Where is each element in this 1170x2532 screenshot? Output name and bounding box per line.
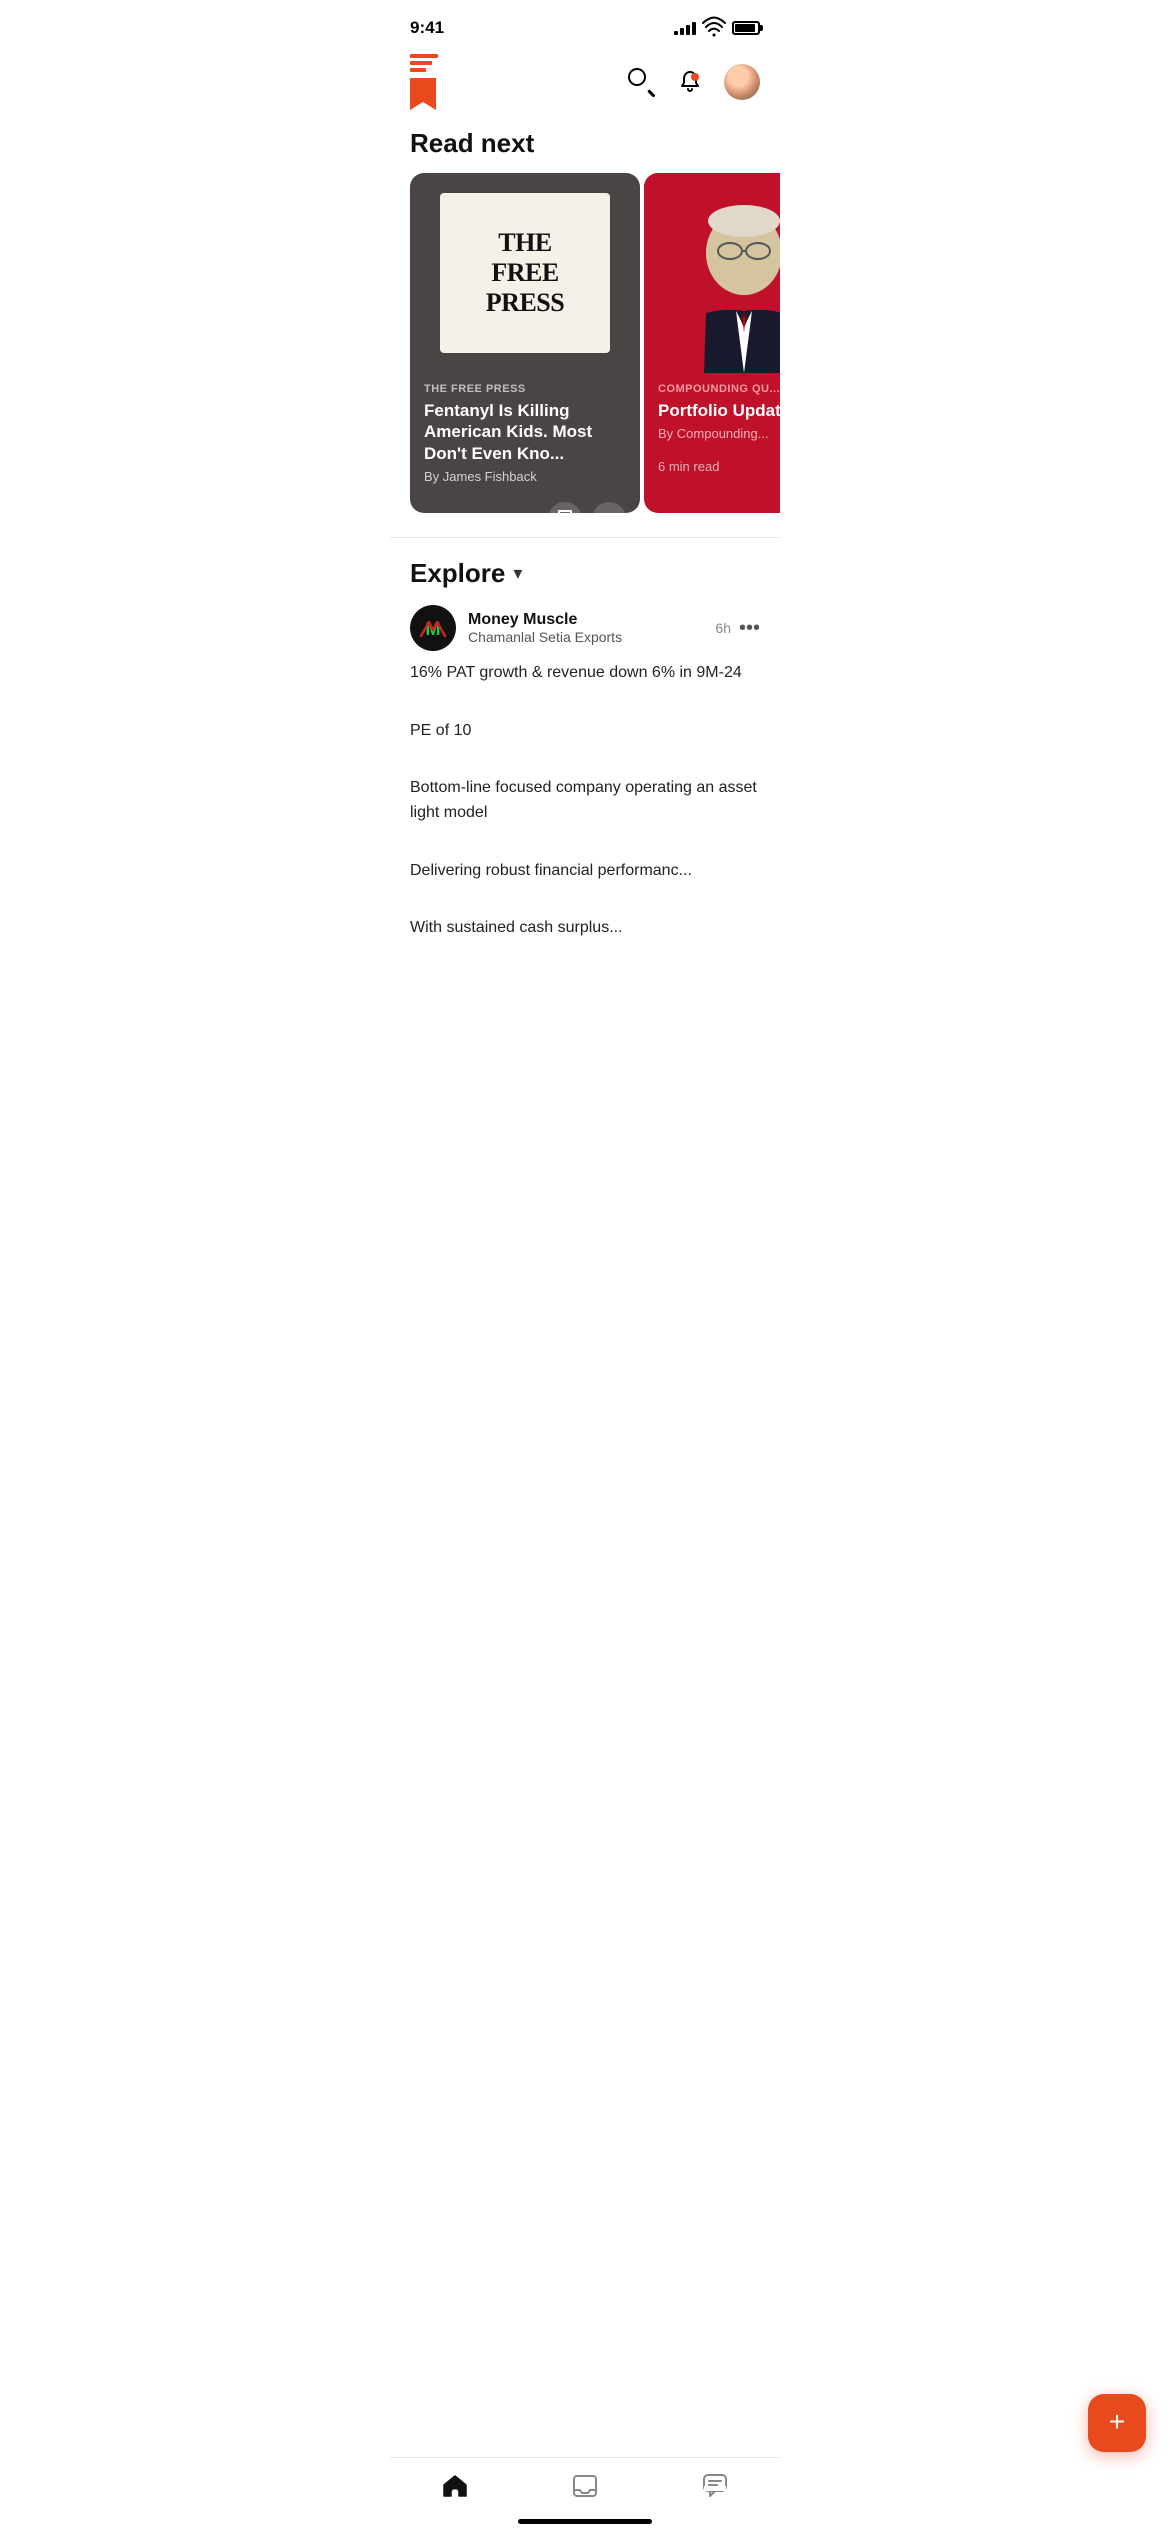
read-time: 8 min read (424, 511, 485, 513)
signal-bars-icon (674, 21, 696, 35)
nav-actions (628, 64, 760, 100)
card-author: By James Fishback (424, 469, 626, 484)
chevron-down-icon: ▾ (513, 563, 522, 583)
card-footer: 8 min read ••• (410, 494, 640, 513)
notifications-button[interactable] (676, 68, 704, 96)
card-publisher: THE FREE PRESS (424, 383, 626, 395)
home-tab-icon (441, 2472, 469, 2500)
post-menu-button[interactable]: ••• (739, 617, 760, 640)
card-headline-red: Portfolio Update... (658, 400, 780, 421)
search-icon (628, 68, 646, 86)
messages-tab-icon (701, 2472, 729, 2500)
free-press-logo: THEFREEPRESS (440, 193, 610, 353)
more-options-button[interactable]: ••• (592, 502, 626, 513)
post-line-5: Bottom-line focused company operating an… (410, 776, 760, 826)
read-time-red: 6 min read (658, 459, 719, 474)
explore-header: Explore ▾ (390, 538, 780, 605)
tab-messages[interactable] (681, 2468, 749, 2504)
article-card-free-press[interactable]: THEFREEPRESS THE FREE PRESS Fentanyl Is … (410, 173, 640, 513)
tab-home[interactable] (421, 2468, 489, 2504)
create-button[interactable]: + (1088, 2394, 1146, 2452)
status-time: 9:41 (410, 18, 444, 38)
menu-icon (410, 54, 438, 72)
explore-section: Explore ▾ M (390, 538, 780, 941)
person-illustration (644, 173, 780, 373)
chat-icon (702, 2473, 728, 2499)
card-author-red: By Compounding... (658, 426, 780, 441)
article-card-compounding[interactable]: COMPOUNDING QU... Portfolio Update... By… (644, 173, 780, 513)
publisher-name: Money Muscle (468, 611, 622, 629)
status-bar: 9:41 (390, 0, 780, 50)
nav-bar (390, 50, 780, 120)
bookmark-icon (557, 510, 573, 513)
status-icons (674, 16, 760, 40)
read-next-section: Read next THEFREEPRESS THE FREE PRESS Fe… (390, 120, 780, 513)
post-subtitle: Chamanlal Setia Exports (468, 629, 622, 645)
search-handle-icon (647, 89, 655, 97)
article-post[interactable]: M Money Muscle Chamanlal Setia Exports 6… (390, 605, 780, 941)
card-hero-image (644, 173, 780, 373)
card-body-red: COMPOUNDING QU... Portfolio Update... By… (644, 373, 780, 451)
money-muscle-logo-icon: M (413, 608, 453, 648)
bookmark-button[interactable] (548, 502, 582, 513)
wifi-icon (702, 16, 726, 40)
card-headline: Fentanyl Is Killing American Kids. Most … (424, 400, 626, 464)
card-publisher-red: COMPOUNDING QU... (658, 383, 780, 395)
post-line-1: 16% PAT growth & revenue down 6% in 9M-2… (410, 661, 760, 686)
app-logo[interactable] (410, 54, 438, 110)
post-line-4 (410, 747, 760, 772)
post-meta: Money Muscle Chamanlal Setia Exports (468, 611, 622, 645)
explore-dropdown-button[interactable]: ▾ (513, 563, 522, 584)
inbox-tab-icon (571, 2472, 599, 2500)
post-line-6 (410, 830, 760, 855)
bookmark-logo-icon (410, 78, 436, 110)
card-footer-red: 6 min read (644, 451, 780, 486)
bell-icon (677, 69, 703, 95)
post-content: 16% PAT growth & revenue down 6% in 9M-2… (410, 661, 760, 941)
post-header: M Money Muscle Chamanlal Setia Exports 6… (410, 605, 760, 651)
post-line-3: PE of 10 (410, 719, 760, 744)
cards-scroll: THEFREEPRESS THE FREE PRESS Fentanyl Is … (390, 173, 780, 513)
avatar[interactable] (724, 64, 760, 100)
battery-icon (732, 21, 760, 35)
card-actions: ••• (548, 502, 626, 513)
post-time-menu: 6h ••• (715, 617, 760, 640)
search-button[interactable] (628, 68, 656, 96)
read-next-title: Read next (390, 120, 780, 173)
avatar-image (724, 64, 760, 100)
inbox-icon (572, 2473, 598, 2499)
card-image-area: THEFREEPRESS (410, 173, 640, 373)
publisher-avatar[interactable]: M (410, 605, 456, 651)
post-line-8 (410, 887, 760, 912)
post-line-2 (410, 690, 760, 715)
more-options-icon: ••• (602, 511, 617, 513)
explore-title: Explore (410, 558, 505, 589)
post-author-info: M Money Muscle Chamanlal Setia Exports (410, 605, 622, 651)
post-line-7: Delivering robust financial performanc..… (410, 859, 760, 884)
tab-inbox[interactable] (551, 2468, 619, 2504)
card-body: THE FREE PRESS Fentanyl Is Killing Ameri… (410, 373, 640, 494)
home-icon (442, 2473, 468, 2499)
plus-icon: + (1109, 2408, 1125, 2436)
free-press-logo-text: THEFREEPRESS (486, 228, 564, 318)
post-line-9: With sustained cash surplus... (410, 916, 760, 941)
home-indicator (518, 2519, 652, 2524)
post-time: 6h (715, 620, 731, 636)
